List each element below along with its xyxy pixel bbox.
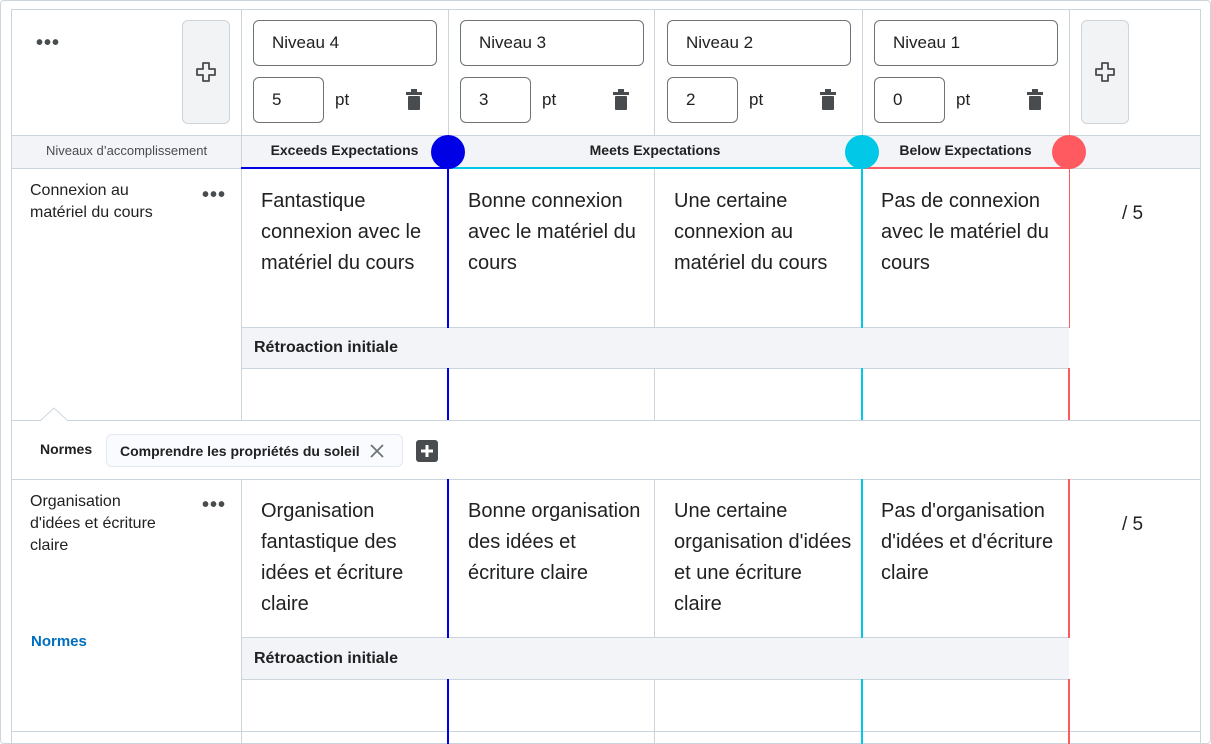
divider xyxy=(654,168,655,328)
divider xyxy=(448,9,449,136)
level-cell-description[interactable]: Fantastique connexion avec le matériel d… xyxy=(261,186,441,279)
add-level-right-button[interactable] xyxy=(1081,20,1129,124)
level-name-input-1[interactable]: Niveau 1 xyxy=(874,20,1058,66)
exceeds-boundary-handle[interactable] xyxy=(431,135,465,169)
level-cell-description[interactable]: Pas de connexion avec le matériel du cou… xyxy=(881,186,1061,279)
points-unit-label: pt xyxy=(749,90,764,109)
standards-link[interactable]: Normes xyxy=(31,633,87,650)
level-cell-description[interactable]: Organisation fantastique des idées et éc… xyxy=(261,496,441,620)
criterion-name-1[interactable]: Connexion au matériel du cours xyxy=(30,180,170,224)
points-unit-label: pt xyxy=(956,90,971,109)
close-icon[interactable] xyxy=(369,443,384,458)
standard-chip-label: Comprendre les propriétés du soleil xyxy=(120,442,360,459)
divider xyxy=(654,679,655,744)
level-cell-description[interactable]: Une certaine organisation d'idées et une… xyxy=(674,496,854,620)
exceeds-boundary xyxy=(447,168,449,328)
divider xyxy=(11,420,1201,421)
plus-icon xyxy=(1095,62,1115,82)
divider xyxy=(1069,9,1070,136)
criterion-score: / 5 xyxy=(1122,514,1144,535)
below-boundary xyxy=(1068,368,1070,420)
divider xyxy=(241,368,1069,369)
trash-icon[interactable] xyxy=(1026,89,1044,111)
level-points-input-3[interactable]: 3 xyxy=(460,77,531,123)
level-cell-description[interactable]: Bonne organisation des idées et écriture… xyxy=(468,496,648,589)
criterion-more-button[interactable]: ••• xyxy=(202,495,226,515)
band-label-meets: Meets Expectations xyxy=(589,142,721,158)
band-label-below: Below Expectations xyxy=(899,142,1032,158)
level-name-input-2[interactable]: Niveau 2 xyxy=(667,20,851,66)
exceeds-boundary xyxy=(447,368,449,420)
divider xyxy=(862,9,863,136)
level-cell-description[interactable]: Une certaine connexion au matériel du co… xyxy=(674,186,854,279)
level-cell-description[interactable]: Bonne connexion avec le matériel du cour… xyxy=(468,186,648,279)
achievement-levels-label: Niveaux d’accomplissement xyxy=(45,143,208,158)
points-unit-label: pt xyxy=(335,90,350,109)
meets-boundary xyxy=(861,679,863,744)
level-points-input-1[interactable]: 0 xyxy=(874,77,945,123)
below-boundary xyxy=(1068,679,1070,744)
divider xyxy=(241,9,242,420)
add-standard-icon[interactable] xyxy=(416,440,438,462)
divider xyxy=(11,479,1201,480)
meets-line xyxy=(448,167,862,169)
below-line xyxy=(862,167,1069,169)
meets-boundary xyxy=(861,168,863,328)
exceeds-boundary xyxy=(447,679,449,744)
criterion-name-2[interactable]: Organisation d'idées et écriture claire xyxy=(30,491,170,557)
divider xyxy=(241,679,1069,680)
initial-feedback-label: Rétroaction initiale xyxy=(254,339,399,356)
trash-icon[interactable] xyxy=(612,89,630,111)
more-options-button[interactable]: ••• xyxy=(36,33,60,53)
below-boundary-handle[interactable] xyxy=(1052,135,1086,169)
below-boundary xyxy=(1068,479,1070,638)
standard-chip[interactable]: Comprendre les propriétés du soleil xyxy=(106,434,403,467)
band-label-exceeds: Exceeds Expectations xyxy=(270,142,419,158)
divider xyxy=(654,9,655,136)
divider xyxy=(654,479,655,638)
add-level-left-button[interactable] xyxy=(182,20,230,124)
divider xyxy=(654,368,655,420)
divider xyxy=(1069,168,1070,328)
trash-icon[interactable] xyxy=(819,89,837,111)
divider xyxy=(241,479,242,744)
criterion-score: / 5 xyxy=(1122,203,1144,224)
meets-boundary xyxy=(861,368,863,420)
divider xyxy=(11,731,1201,732)
initial-feedback-label: Rétroaction initiale xyxy=(254,650,399,667)
level-points-input-4[interactable]: 5 xyxy=(253,77,324,123)
trash-icon[interactable] xyxy=(405,89,423,111)
meets-boundary-handle[interactable] xyxy=(845,135,879,169)
exceeds-line xyxy=(241,167,448,169)
points-unit-label: pt xyxy=(542,90,557,109)
level-name-input-3[interactable]: Niveau 3 xyxy=(460,20,644,66)
caret-up-icon xyxy=(40,407,68,422)
exceeds-boundary xyxy=(447,479,449,638)
plus-icon xyxy=(196,62,216,82)
criterion-more-button[interactable]: ••• xyxy=(202,185,226,205)
level-cell-description[interactable]: Pas d'organisation d'idées et d'écriture… xyxy=(881,496,1061,589)
meets-boundary xyxy=(861,479,863,638)
level-name-input-4[interactable]: Niveau 4 xyxy=(253,20,437,66)
level-points-input-2[interactable]: 2 xyxy=(667,77,738,123)
standards-label: Normes xyxy=(40,441,93,457)
